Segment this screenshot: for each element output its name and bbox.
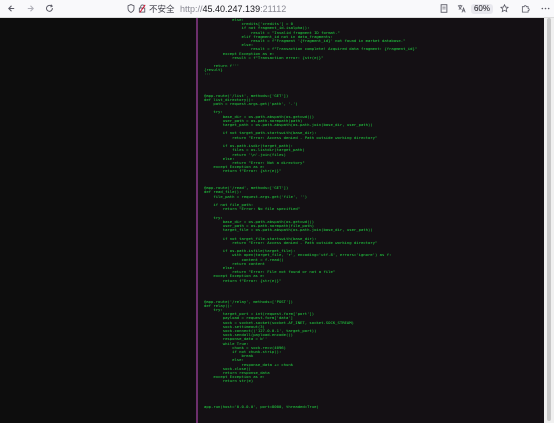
translate-button[interactable] [454, 0, 468, 17]
back-button[interactable] [3, 0, 19, 17]
code-line: file_path = request.args.get('file', '') [204, 193, 308, 199]
code-line: return "Error: Access denied - Path outs… [204, 134, 378, 140]
bookmark-button[interactable] [497, 0, 511, 17]
source-code-text: else: credits['credits'] = 0 if not frag… [198, 18, 544, 409]
url-port: :21112 [260, 3, 287, 14]
zoom-level[interactable]: 60% [470, 0, 494, 17]
page-icon [440, 4, 448, 13]
more-options-button[interactable] [538, 0, 552, 17]
browser-toolbar: 不安全 http://45.40.247.139:21112 60% [0, 0, 554, 18]
back-arrow-icon [7, 5, 14, 12]
site-security-indicator[interactable]: 不安全 [138, 0, 178, 17]
code-line: target_file = os.path.abspath(os.path.jo… [204, 227, 373, 233]
page-info-button[interactable] [437, 0, 451, 17]
code-line: return "Error: Access denied - Path outs… [204, 239, 378, 245]
more-dots-icon [541, 7, 549, 10]
page-scrollbar[interactable] [544, 18, 554, 423]
translate-icon [457, 4, 466, 13]
code-line: ''' [204, 71, 212, 77]
security-label: 不安全 [149, 3, 175, 14]
code-line: result = f"Transaction error: {str(e)}" [204, 54, 324, 60]
forward-button[interactable] [22, 0, 38, 17]
code-display: else: credits['credits'] = 0 if not frag… [198, 18, 544, 423]
url-host: 45.40.247.139 [202, 3, 261, 14]
code-line: return f"Error: {str(e)}" [204, 168, 282, 174]
code-line: app.run(host='0.0.0.0', port=8000, threa… [204, 403, 319, 409]
star-icon [499, 4, 509, 13]
page-content: else: credits['credits'] = 0 if not frag… [0, 18, 554, 423]
puzzle-icon [521, 5, 530, 13]
scrollbar-thumb[interactable] [547, 18, 551, 421]
url-scheme: http:// [180, 3, 203, 14]
url-field[interactable]: http://45.40.247.139:21112 [180, 0, 340, 17]
reload-icon [45, 4, 53, 12]
code-line: return "Error: No file specified" [204, 206, 301, 212]
code-line: return str(e) [204, 378, 254, 384]
shield-icon [127, 4, 135, 13]
code-line: path = request.args.get('path', '.') [204, 101, 298, 107]
extensions-button[interactable] [518, 0, 532, 17]
zoom-label: 60% [470, 3, 493, 14]
unlock-icon [138, 4, 146, 13]
left-blank-panel [0, 18, 196, 423]
reload-button[interactable] [41, 0, 57, 17]
code-line: return f"Error: {str(e)}" [204, 277, 282, 283]
code-line: target_path = os.path.abspath(os.path.jo… [204, 122, 373, 128]
shield-button[interactable] [125, 0, 137, 17]
forward-arrow-icon [27, 5, 34, 12]
